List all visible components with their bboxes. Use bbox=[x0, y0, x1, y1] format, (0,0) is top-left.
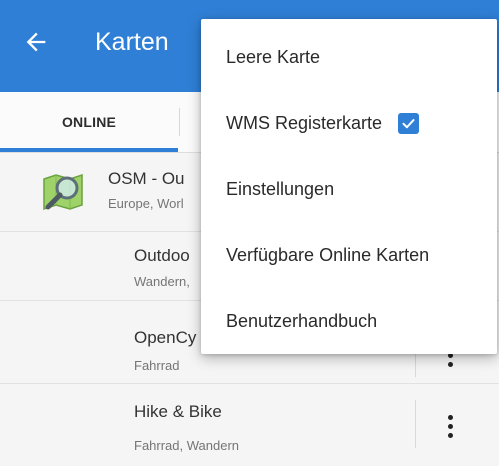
tab-online[interactable]: ONLINE bbox=[0, 92, 178, 152]
overflow-menu: Leere Karte WMS Registerkarte Einstellun… bbox=[201, 19, 497, 354]
list-item-title: OpenCy bbox=[134, 328, 197, 347]
more-vertical-icon bbox=[447, 414, 453, 438]
tab-divider bbox=[179, 108, 180, 136]
magnifier-map-icon bbox=[43, 173, 83, 211]
list-item[interactable]: Hike & Bike Fahrrad, Wandern bbox=[0, 384, 499, 466]
menu-item-label: Leere Karte bbox=[226, 46, 321, 67]
menu-item-benutzerhandbuch[interactable]: Benutzerhandbuch bbox=[201, 293, 497, 349]
more-options-button[interactable] bbox=[430, 406, 470, 446]
checkbox[interactable] bbox=[398, 112, 420, 134]
arrow-left-icon[interactable] bbox=[22, 28, 50, 56]
list-item-title: Hike & Bike bbox=[134, 402, 222, 421]
menu-item-label: Verfügbare Online Karten bbox=[226, 244, 430, 265]
list-item-subtitle: Fahrrad bbox=[134, 358, 180, 373]
menu-item-label: WMS Registerkarte bbox=[226, 112, 383, 133]
menu-item-leere-karte[interactable]: Leere Karte bbox=[201, 29, 497, 85]
list-item-title: Outdoo bbox=[134, 246, 190, 265]
page-title: Karten bbox=[95, 28, 169, 56]
list-item-subtitle: Europe, Worl bbox=[108, 196, 184, 211]
list-item-subtitle: Wandern, bbox=[134, 274, 190, 289]
tab-indicator bbox=[0, 148, 178, 152]
list-item-subtitle: Fahrrad, Wandern bbox=[134, 438, 240, 453]
menu-item-label: Einstellungen bbox=[226, 178, 335, 199]
list-item-title: OSM - Ou bbox=[108, 169, 185, 188]
menu-item-label: Benutzerhandbuch bbox=[226, 310, 378, 331]
menu-item-einstellungen[interactable]: Einstellungen bbox=[201, 161, 497, 217]
menu-item-verfuegbare-online-karten[interactable]: Verfügbare Online Karten bbox=[201, 227, 497, 283]
menu-item-wms-registerkarte[interactable]: WMS Registerkarte bbox=[201, 95, 497, 151]
row-divider bbox=[415, 400, 416, 448]
checkmark-icon bbox=[402, 118, 415, 128]
